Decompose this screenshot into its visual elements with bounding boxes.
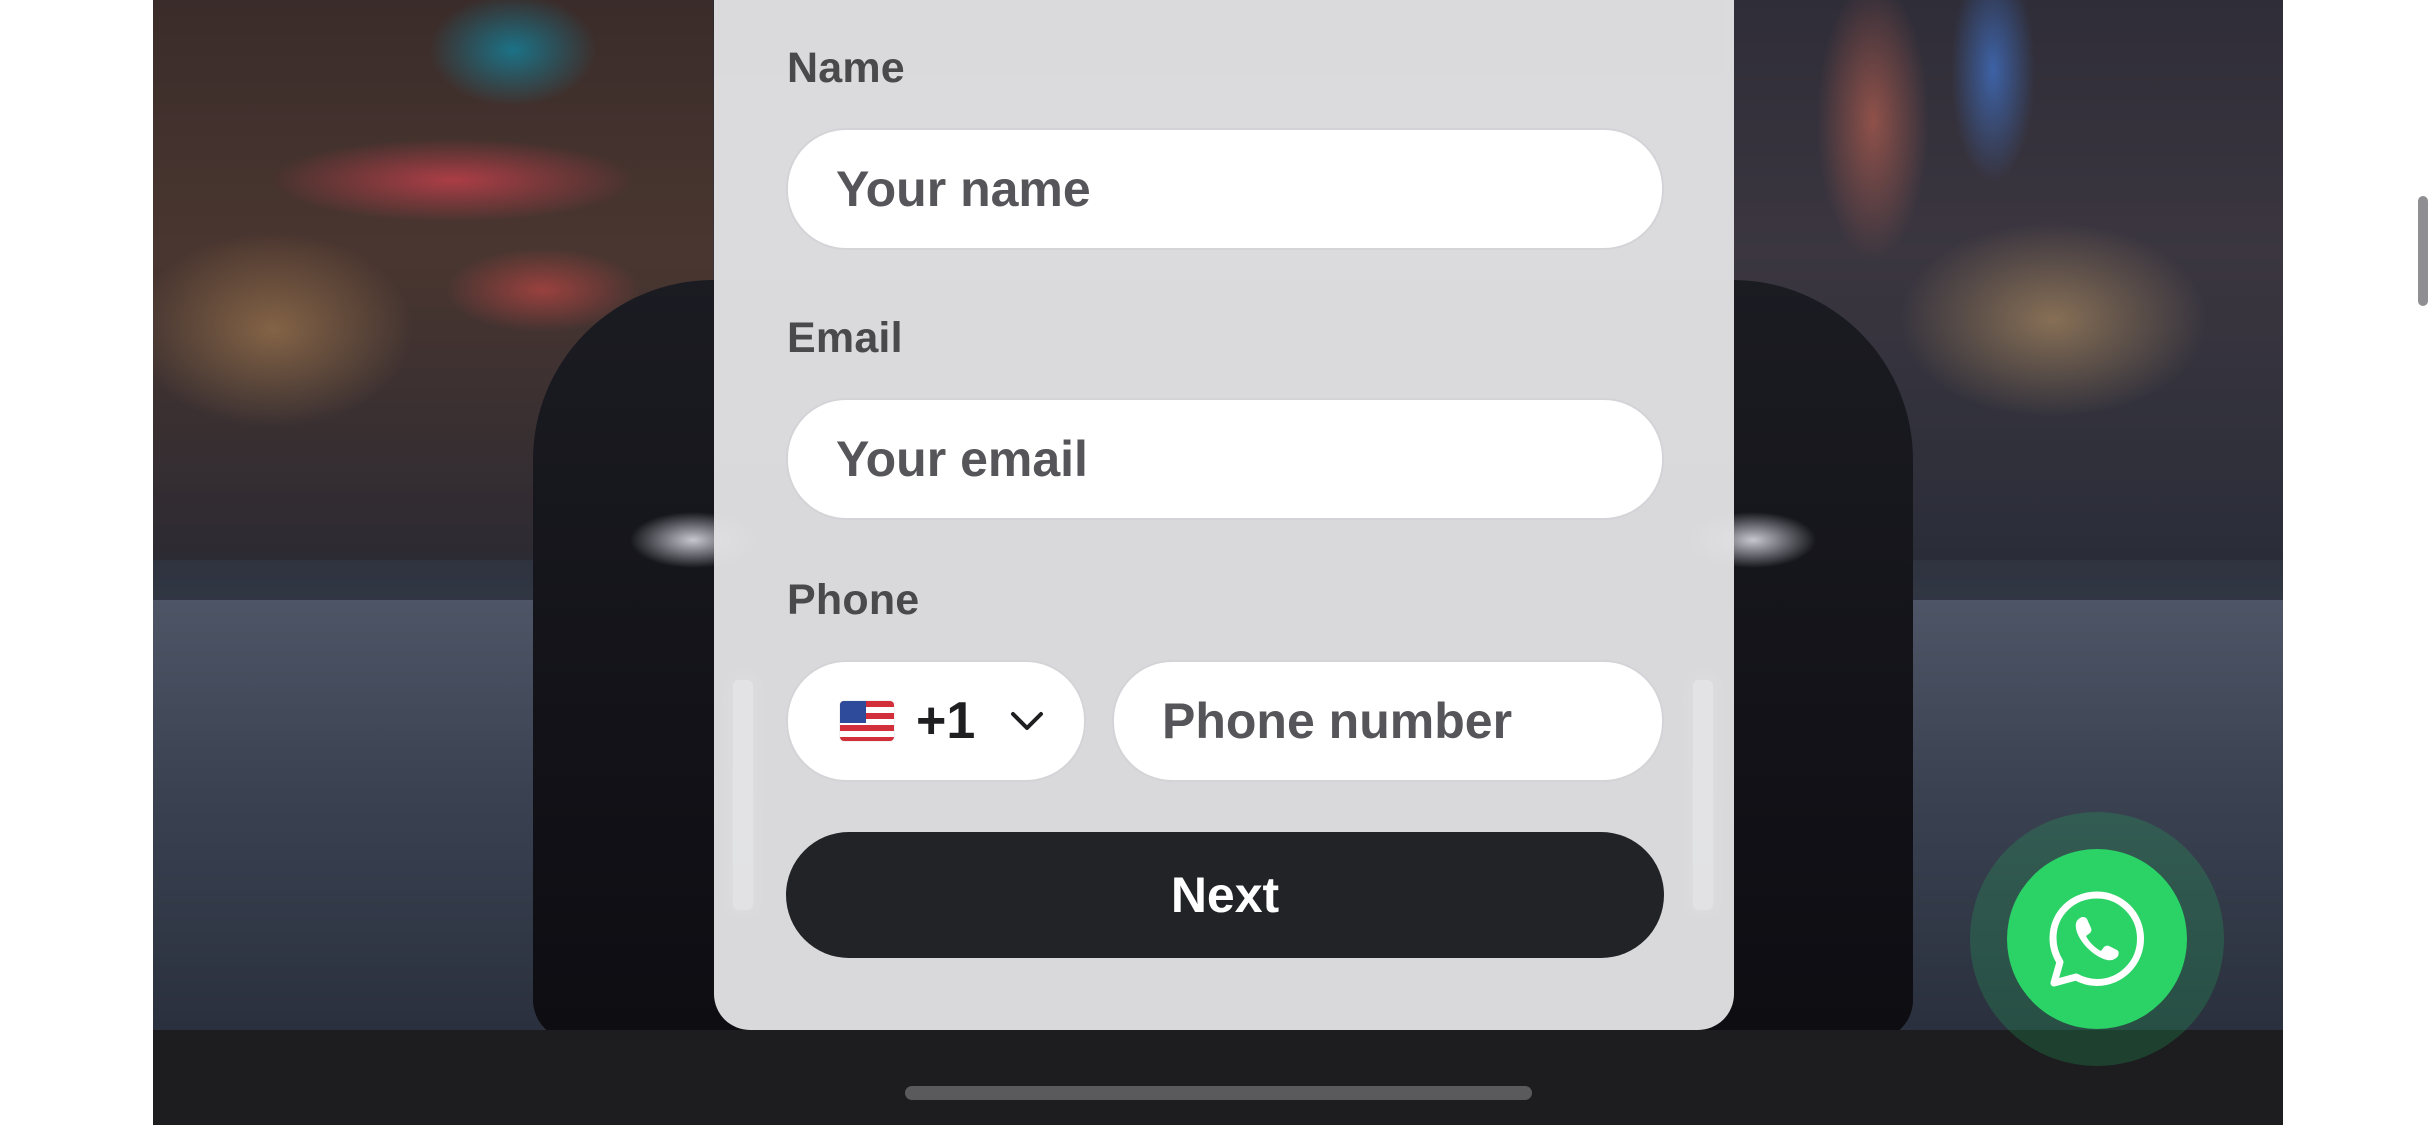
phone-placeholder: Phone number (1162, 693, 1513, 749)
whatsapp-button[interactable] (2007, 849, 2187, 1029)
email-input[interactable]: Your email (786, 398, 1664, 520)
email-label: Email (787, 314, 903, 362)
name-placeholder: Your name (836, 161, 1091, 217)
screen: Name Your name Email Your email Phone +1… (0, 0, 2436, 1125)
name-input[interactable]: Your name (786, 128, 1664, 250)
country-code-select[interactable]: +1 (786, 660, 1086, 782)
name-label: Name (787, 44, 905, 92)
phone-label: Phone (787, 576, 920, 624)
email-placeholder: Your email (836, 431, 1088, 487)
us-flag-icon (840, 701, 894, 741)
whatsapp-icon (2049, 891, 2144, 987)
scrollbar-thumb[interactable] (2418, 196, 2428, 306)
bottom-bar (153, 1030, 2283, 1125)
phone-number-input[interactable]: Phone number (1112, 660, 1664, 782)
next-button[interactable]: Next (786, 832, 1664, 958)
contact-form-card: Name Your name Email Your email Phone +1… (714, 0, 1734, 1030)
country-dial-code: +1 (916, 692, 976, 750)
chevron-down-icon (1011, 712, 1044, 730)
home-indicator[interactable] (905, 1086, 1532, 1100)
